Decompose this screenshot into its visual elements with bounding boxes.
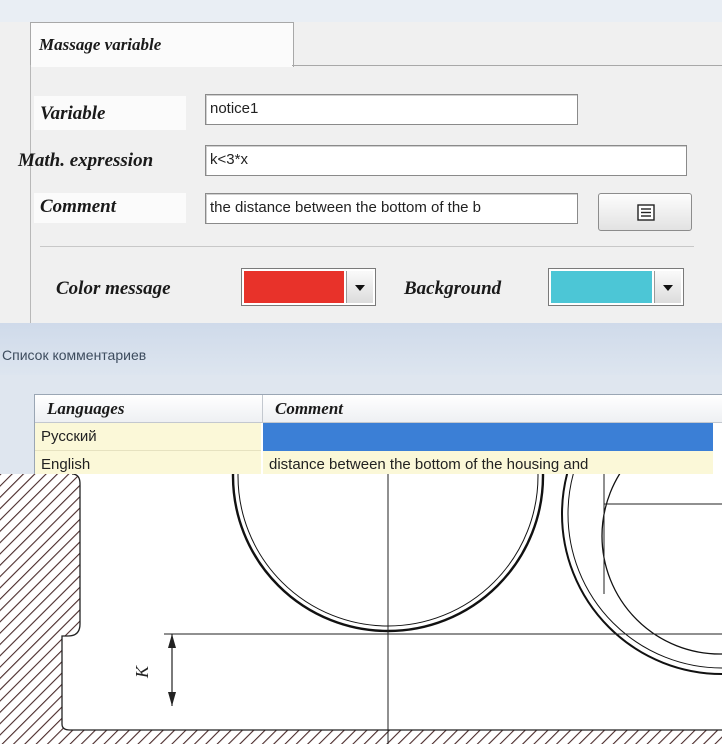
color-message-swatch xyxy=(244,271,344,303)
column-header-comment[interactable]: Comment xyxy=(263,395,722,423)
arrow-up-icon xyxy=(168,634,176,648)
language-cell: Русский xyxy=(35,423,261,451)
comments-list-title: Список комментариев xyxy=(2,347,147,363)
background-swatch xyxy=(551,271,652,303)
column-header-languages[interactable]: Languages xyxy=(35,395,263,423)
color-message-label: Color message xyxy=(56,278,171,299)
comment-cell-selected[interactable] xyxy=(263,423,713,451)
tab-baseline xyxy=(292,65,722,66)
comment-input[interactable]: the distance between the bottom of the b xyxy=(205,193,578,224)
tab-label: Massage variable xyxy=(39,35,162,54)
message-variable-dialog: Massage variable Variable notice1 Math. … xyxy=(0,0,722,323)
variable-input[interactable]: notice1 xyxy=(205,94,578,125)
math-expression-label: Math. expression xyxy=(18,150,154,171)
background-color-combo[interactable] xyxy=(548,268,684,306)
comments-list-panel: Список комментариев Languages Comment Ру… xyxy=(0,323,722,498)
technical-drawing: K xyxy=(0,474,722,744)
separator xyxy=(40,246,694,247)
housing-section xyxy=(0,474,722,744)
comments-list-button[interactable] xyxy=(598,193,692,231)
math-expression-input[interactable]: k<3*x xyxy=(205,145,687,176)
dialog-top-strip xyxy=(0,0,722,22)
drawing-canvas: K xyxy=(0,474,722,744)
panel-border xyxy=(30,65,31,323)
chevron-down-icon[interactable] xyxy=(654,271,681,303)
dimension-label: K xyxy=(132,665,152,679)
tab-massage-variable[interactable]: Massage variable xyxy=(30,22,294,67)
right-small-circle xyxy=(601,474,722,655)
list-icon xyxy=(637,204,655,221)
color-message-combo[interactable] xyxy=(241,268,376,306)
background-label: Background xyxy=(404,278,502,299)
comment-label: Comment xyxy=(40,196,117,217)
column-header-label: Comment xyxy=(275,399,344,418)
right-bore-circle-inner xyxy=(567,474,722,669)
housing-outline xyxy=(61,474,722,731)
variable-label: Variable xyxy=(40,103,106,124)
column-header-label: Languages xyxy=(47,399,125,418)
table-row[interactable]: Русский xyxy=(35,423,722,451)
comments-list-header: Список комментариев xyxy=(0,323,722,375)
chevron-down-icon[interactable] xyxy=(346,271,373,303)
arrow-down-icon xyxy=(168,692,176,706)
